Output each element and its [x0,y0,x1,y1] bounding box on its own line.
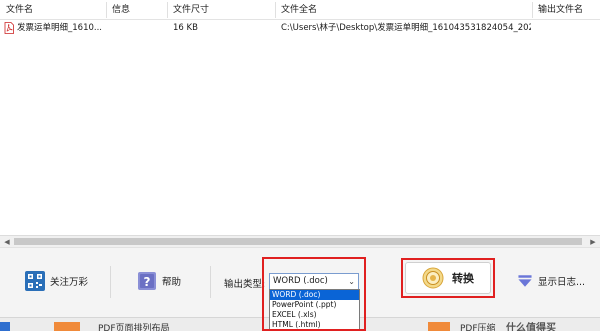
toolbar-divider [210,266,211,298]
panel-tile [428,322,450,331]
dropdown-option[interactable]: EXCEL (.xls) [270,310,359,320]
column-header-output[interactable]: 输出文件名 [532,0,583,20]
output-type-label: 输出类型: [224,279,266,290]
cell-info [112,20,167,36]
cell-output [538,20,598,36]
toolbar-divider [110,266,111,298]
log-arrow-icon [518,275,532,287]
horizontal-scrollbar[interactable]: ◀ ▶ [0,235,600,247]
output-type-value: WORD (.doc) [273,276,328,286]
cell-size: 16 KB [173,23,198,33]
follow-label: 关注万彩 [50,277,89,288]
dropdown-option[interactable]: PowerPoint (.ppt) [270,300,359,310]
column-header-info[interactable]: 信息 [106,0,130,20]
cell-fullpath: C:\Users\林子\Desktop\发票运单明细_1610435318240… [281,23,531,33]
convert-icon [422,267,444,289]
convert-label: 转换 [452,272,474,285]
column-header-fullpath[interactable]: 文件全名 [275,0,317,20]
cell-filename: 发票运单明细_1610... [17,23,102,33]
bottom-left-text[interactable]: PDF页面排列布局 [98,321,170,331]
help-button[interactable]: ? 帮助 [136,268,181,294]
convert-button[interactable]: 转换 [405,262,491,294]
help-label: 帮助 [162,277,182,288]
table-header: 文件名 信息 文件尺寸 文件全名 输出文件名 [0,0,600,20]
panel-tile [0,322,10,331]
bottom-right-text[interactable]: PDF压缩 [460,321,496,331]
output-type-dropdown[interactable]: WORD (.doc) PowerPoint (.ppt) EXCEL (.xl… [269,289,360,330]
show-log-button[interactable]: 显示日志... [516,268,585,294]
chevron-down-icon[interactable]: ⌄ [348,274,355,289]
follow-button[interactable]: 关注万彩 [24,268,88,294]
qr-code-icon [25,271,45,291]
help-icon: ? [138,272,156,290]
dropdown-option[interactable]: WORD (.doc) [270,290,359,300]
pdf-file-icon [4,22,14,34]
show-log-label: 显示日志... [538,277,586,288]
dropdown-option[interactable]: HTML (.html) [270,320,359,330]
file-list-table: 文件名 信息 文件尺寸 文件全名 输出文件名 发票运单明细_1610... 16… [0,0,600,235]
panel-tile [54,322,80,331]
watermark: 什么值得买 [506,323,556,331]
table-row[interactable]: 发票运单明细_1610... 16 KB C:\Users\林子\Desktop… [0,20,600,36]
svg-text:?: ? [144,275,151,289]
column-header-filename[interactable]: 文件名 [0,0,33,20]
output-type-select[interactable]: WORD (.doc) ⌄ [269,273,359,290]
scrollbar-thumb[interactable] [14,238,582,245]
column-header-size[interactable]: 文件尺寸 [167,0,209,20]
